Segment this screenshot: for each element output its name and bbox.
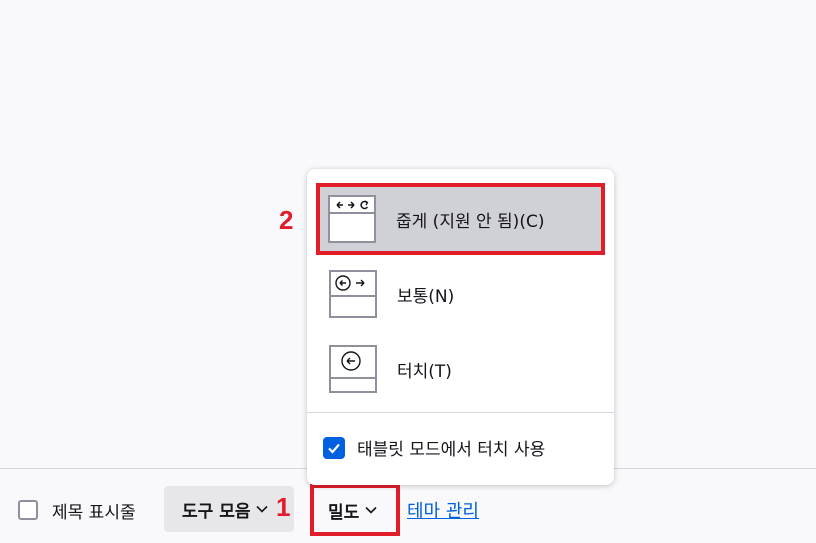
menu-divider	[307, 412, 614, 413]
density-button[interactable]: 밀도	[310, 484, 400, 536]
title-bar-checkbox[interactable]	[18, 500, 38, 520]
density-option-label: 보통(N)	[397, 286, 455, 307]
normal-density-icon	[329, 270, 377, 318]
touch-density-icon	[329, 345, 377, 393]
tablet-mode-checkbox[interactable]	[323, 436, 345, 459]
step-marker-2: 2	[279, 205, 294, 235]
toolbars-button[interactable]: 도구 모음	[164, 486, 294, 532]
manage-themes-link[interactable]: 테마 관리	[407, 497, 479, 523]
toolbars-label: 도구 모음	[182, 501, 251, 522]
density-option-normal[interactable]: 보통(N)	[319, 259, 603, 329]
title-bar-label: 제목 표시줄	[52, 502, 136, 523]
density-option-touch[interactable]: 터치(T)	[319, 334, 603, 404]
compact-density-icon	[328, 195, 376, 243]
checkmark-icon	[328, 443, 340, 454]
density-option-compact[interactable]: 줍게 (지원 안 됨)(C)	[316, 183, 605, 255]
title-bar-toggle[interactable]: 제목 표시줄	[18, 497, 136, 523]
step-marker-1: 1	[276, 492, 291, 522]
density-option-label: 터치(T)	[397, 361, 452, 382]
tablet-mode-label: 태블릿 모드에서 터치 사용	[357, 440, 546, 460]
density-menu: 줍게 (지원 안 됨)(C) 보통(N) 터치(T) 태블릿 모드에서 터치 사…	[307, 169, 614, 485]
chevron-down-icon	[256, 505, 269, 513]
density-label: 밀도	[328, 502, 360, 523]
chevron-down-icon	[365, 506, 377, 514]
tablet-mode-toggle[interactable]: 태블릿 모드에서 터치 사용	[323, 435, 545, 460]
density-option-label: 줍게 (지원 안 됨)(C)	[396, 211, 545, 232]
